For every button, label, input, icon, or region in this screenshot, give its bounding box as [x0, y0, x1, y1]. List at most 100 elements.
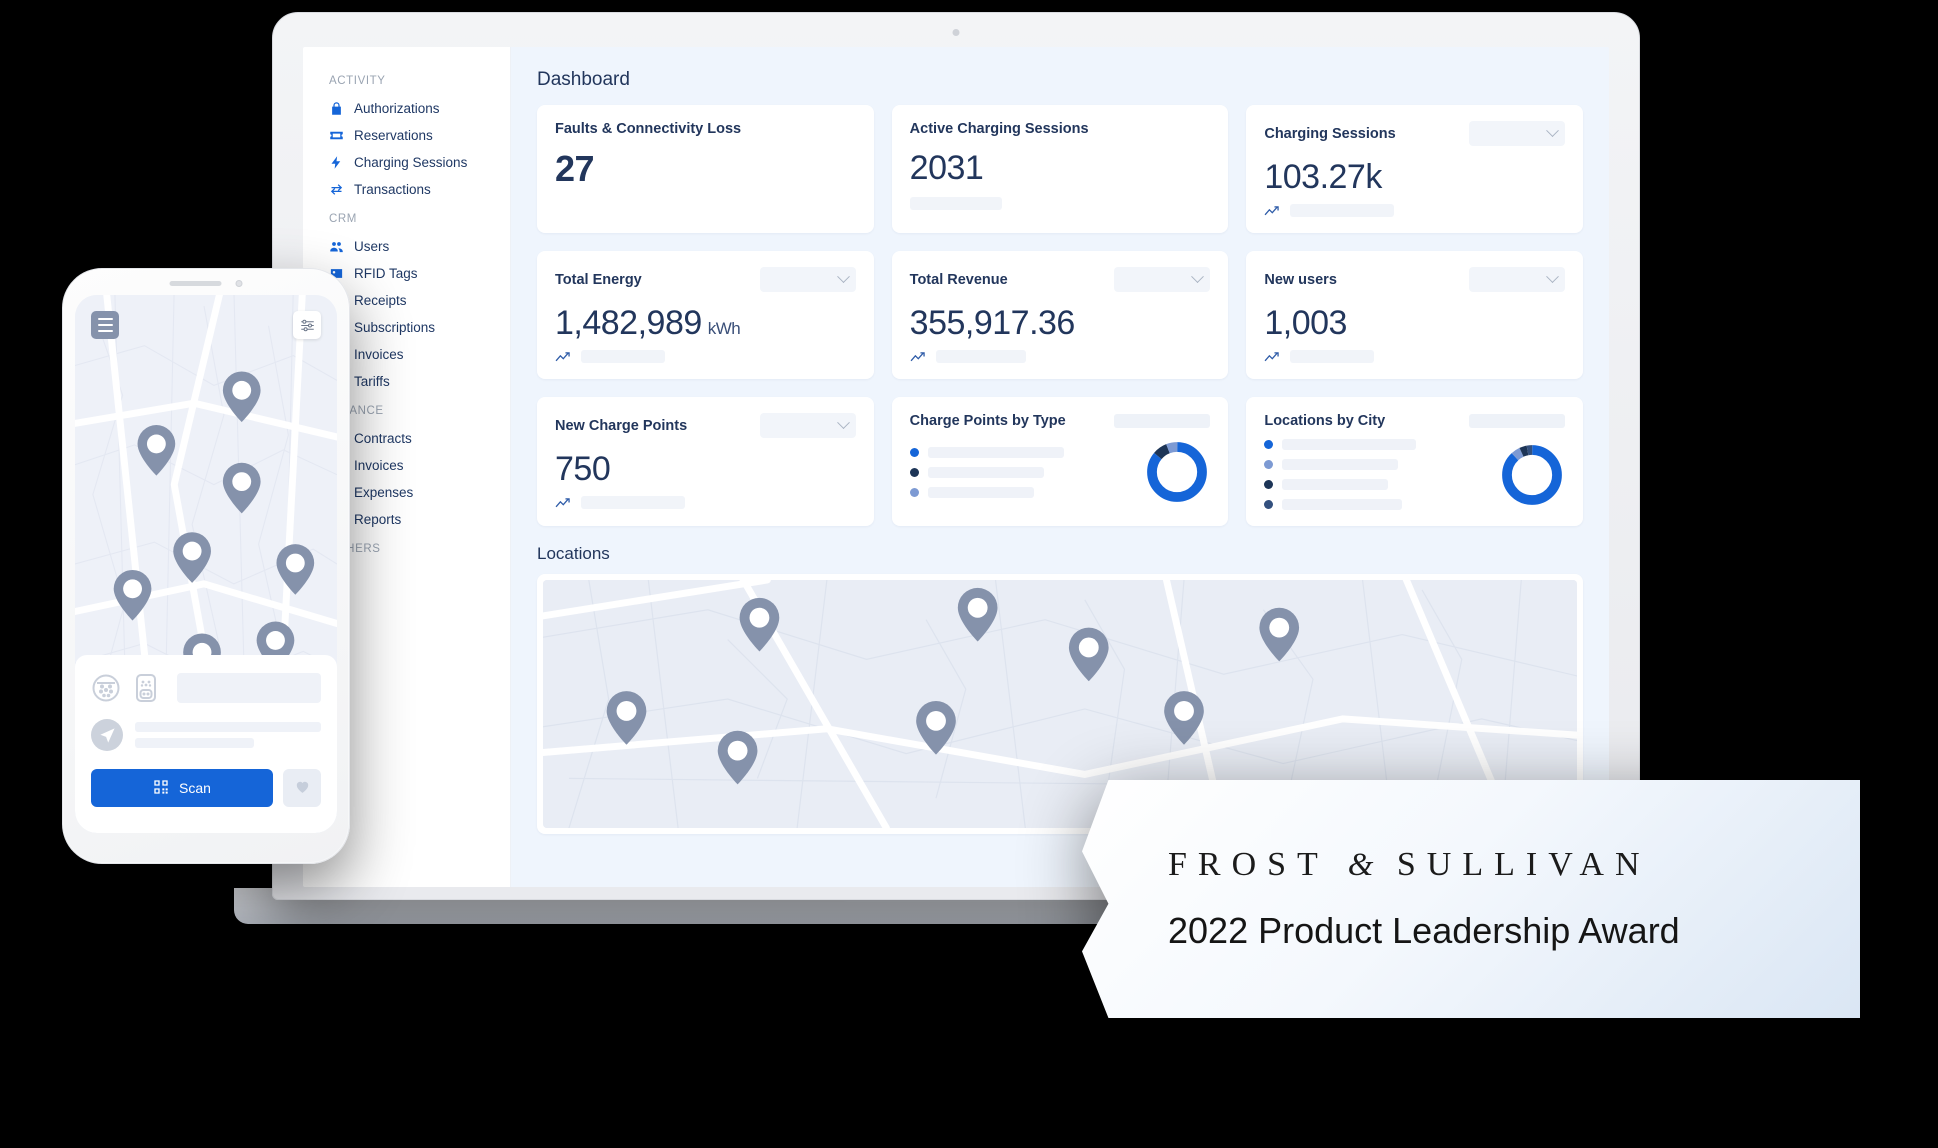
phone-device: Scan: [62, 268, 350, 864]
card-title: Active Charging Sessions: [909, 121, 1089, 137]
sidebar-item-authorizations[interactable]: Authorizations: [303, 95, 510, 122]
chevron-down-icon: [1546, 270, 1559, 284]
phone-earpiece: [169, 281, 222, 286]
legend-color-dot: [1264, 460, 1274, 470]
hamburger-icon[interactable]: [91, 311, 119, 339]
address-placeholder-lines: [135, 722, 321, 748]
favorite-button[interactable]: [283, 769, 321, 807]
card-total-energy[interactable]: Total Energy 1,482,989 kWh: [537, 251, 874, 380]
trend-placeholder-bar: [1290, 350, 1375, 364]
card-charge-points-by-type[interactable]: Charge Points by Type: [891, 397, 1229, 527]
legend-item: [1264, 479, 1499, 491]
legend-color-dot: [909, 467, 919, 477]
locations-section-title: Locations: [537, 544, 610, 564]
qr-code-icon: [153, 779, 169, 798]
charge-station-icon[interactable]: [135, 673, 157, 703]
card-value: 355,917.36: [909, 304, 1076, 343]
card-title: Locations by City: [1264, 413, 1386, 430]
legend-item: [1264, 499, 1499, 511]
sidebar-item-label: Invoices: [354, 347, 404, 362]
sidebar-item-charging-sessions[interactable]: Charging Sessions: [303, 149, 510, 176]
kpi-row-3: New Charge Points 750 Charge Points by T…: [537, 397, 1584, 527]
award-brand: FROST & SULLIVAN: [1168, 846, 1860, 884]
card-title: New Charge Points: [555, 417, 688, 434]
locations-by-city-donut-chart: [1502, 444, 1562, 505]
bolt-icon: [329, 155, 344, 170]
sidebar-item-label: Receipts: [354, 293, 407, 308]
chevron-down-icon: [836, 270, 850, 284]
sidebar-item-label: Users: [354, 239, 390, 254]
card-title: New users: [1264, 271, 1337, 288]
card-title: Total Energy: [555, 271, 642, 288]
period-select[interactable]: [759, 267, 856, 293]
card-title: Charging Sessions: [1264, 125, 1396, 142]
phone-action-row: Scan: [91, 769, 321, 807]
sidebar-item-transactions[interactable]: Transactions: [303, 176, 510, 203]
card-locations-by-city[interactable]: Locations by City: [1246, 397, 1584, 527]
sidebar-item-users[interactable]: Users: [303, 233, 510, 260]
transfer-icon: [329, 182, 344, 197]
kpi-row-2: Total Energy 1,482,989 kWh Total Revenue…: [537, 251, 1584, 380]
chevron-down-icon: [1546, 124, 1559, 138]
card-value: 1,482,989: [555, 304, 702, 343]
sidebar-item-label: Transactions: [354, 182, 431, 197]
phone-front-camera: [235, 280, 243, 287]
card-new-users[interactable]: New users 1,003: [1246, 251, 1584, 380]
card-total-revenue[interactable]: Total Revenue 355,917.36: [891, 251, 1229, 380]
address-line-2: [135, 738, 255, 748]
legend-color-dot: [909, 487, 919, 497]
charge-points-donut-chart: [1147, 442, 1208, 503]
card-title: Faults & Connectivity Loss: [555, 121, 742, 137]
phone-screen: Scan: [75, 295, 337, 833]
screenshot-root: ACTIVITY Authorizations Reservations Cha…: [0, 0, 1938, 1148]
trend-placeholder-bar: [581, 350, 665, 364]
scan-button[interactable]: Scan: [91, 769, 273, 807]
card-value-wrap: 1,482,989 kWh: [555, 304, 856, 342]
card-charging-sessions[interactable]: Charging Sessions 103.27k: [1246, 105, 1584, 234]
connector-placeholder-bar: [177, 673, 321, 703]
type2-connector-icon[interactable]: [91, 673, 121, 703]
legend-item: [909, 466, 1145, 478]
legend-item: [909, 486, 1145, 498]
navigation-arrow-icon[interactable]: [91, 719, 123, 751]
sidebar-item-label: Reservations: [354, 128, 433, 143]
legend-placeholder: [1469, 414, 1566, 429]
chevron-down-icon: [1191, 270, 1205, 284]
legend-label-placeholder: [927, 486, 1034, 498]
legend-label-placeholder: [927, 466, 1044, 478]
chevron-down-icon: [836, 416, 850, 430]
card-value: 103.27k: [1264, 158, 1382, 196]
sidebar-group-crm-label: CRM: [329, 213, 357, 225]
period-select[interactable]: [1469, 267, 1566, 293]
sidebar-item-label: Charging Sessions: [354, 155, 468, 170]
card-value: 2031: [909, 149, 984, 187]
legend-color-dot: [909, 447, 919, 457]
legend-label-placeholder: [927, 446, 1064, 458]
filter-sliders-icon[interactable]: [293, 311, 321, 339]
card-faults-connectivity-loss[interactable]: Faults & Connectivity Loss 27: [537, 105, 874, 234]
sidebar-item-label: Subscriptions: [354, 320, 436, 335]
trend-row: [910, 350, 1211, 364]
card-new-charge-points[interactable]: New Charge Points 750: [537, 397, 874, 527]
trend-placeholder-bar: [935, 350, 1026, 364]
value-placeholder-bar: [909, 197, 1002, 211]
sidebar-item-label: Authorizations: [354, 101, 440, 116]
trend-up-icon: [555, 496, 573, 509]
trend-up-icon: [1264, 204, 1282, 217]
donut-slice: [1502, 444, 1562, 505]
address-line-1: [135, 722, 321, 732]
legend-color-dot: [1264, 480, 1274, 490]
lock-icon: [329, 101, 344, 116]
users-icon: [329, 239, 344, 254]
period-select[interactable]: [1469, 121, 1566, 146]
award-banner: FROST & SULLIVAN 2022 Product Leadership…: [1082, 780, 1860, 1018]
legend-item: [909, 446, 1145, 458]
sidebar-item-reservations[interactable]: Reservations: [303, 122, 510, 149]
sidebar-group-activity-label: ACTIVITY: [329, 75, 386, 87]
period-select[interactable]: [1114, 267, 1211, 293]
card-active-charging-sessions[interactable]: Active Charging Sessions 2031: [891, 105, 1229, 234]
trend-row: [1264, 204, 1565, 218]
legend-label-placeholder: [1282, 499, 1403, 511]
period-select[interactable]: [759, 413, 856, 439]
award-subtitle: 2022 Product Leadership Award: [1168, 910, 1680, 951]
